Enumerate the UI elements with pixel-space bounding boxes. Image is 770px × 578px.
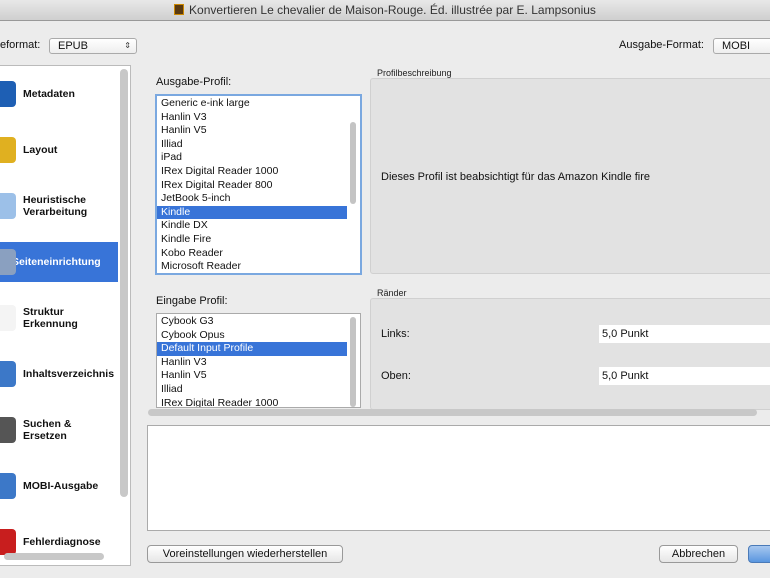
ladybug-icon [0,529,16,555]
profile-description-box: Dieses Profil ist beabsichtigt für das A… [370,78,770,274]
sidebar-item-label: Suchen & Ersetzen [23,418,72,442]
sidebar-item-label: Struktur Erkennung [23,306,78,330]
sidebar-item-inhaltsverzeichnis[interactable]: Inhaltsverzeichnis [0,354,118,394]
list-item[interactable]: Hanlin V3 [157,356,347,370]
list-item[interactable]: Kindle Fire [157,233,347,247]
paint-icon [0,137,16,163]
profile-description-text: Dieses Profil ist beabsichtigt für das A… [381,171,651,183]
sidebar-item-heuristische-verarbeitung[interactable]: Heuristische Verarbeitung [0,186,118,226]
output-format-select[interactable]: MOBI [713,38,770,54]
top-margin-label: Oben: [381,370,411,382]
process-icon [0,193,16,219]
sidebar-item-seiteneinrichtung[interactable]: Seiteneinrichtung [0,242,118,282]
title-bar: Konvertieren Le chevalier de Maison-Roug… [0,0,770,21]
list-item[interactable]: Cybook G3 [157,315,347,329]
sidebar-item-label: Inhaltsverzeichnis [23,368,115,380]
list-item[interactable]: IRex Digital Reader 1000 [157,397,347,407]
input-profile-label: Eingabe Profil: [156,295,228,307]
list-item[interactable]: Hanlin V5 [157,369,347,383]
document-icon [174,4,185,15]
list-item[interactable]: Kindle [157,205,347,220]
output-format-value: MOBI [722,40,751,52]
sidebar-item-label: Seiteneinrichtung [12,256,101,268]
sidebar-item-label: Layout [23,144,58,156]
list-item[interactable]: Illiad [157,138,347,152]
sidebar: Metadaten Layout Heuristische Verarbeitung… [0,65,131,566]
mobi-icon [0,473,16,499]
output-profile-label: Ausgabe-Profil: [156,76,232,88]
info-icon [0,81,16,107]
input-format-label: eformat: [0,39,41,51]
ok-button[interactable]: OK [748,545,770,563]
top-margin-input[interactable]: 5,0 Punkt [599,367,770,385]
list-item[interactable]: JetBook 5-inch [157,192,347,206]
sidebar-item-metadaten[interactable]: Metadaten [0,74,118,114]
cancel-button[interactable]: Abbrechen [659,545,738,563]
sidebar-item-label: Metadaten [23,88,75,100]
output-profile-scrollbar[interactable] [350,122,356,204]
sidebar-item-layout[interactable]: Layout [0,130,118,170]
toc-icon [0,361,16,387]
structure-icon [0,305,16,331]
output-profile-list[interactable]: Generic e-ink large Hanlin V3 Hanlin V5 Ill… [155,94,362,275]
sidebar-item-label: Heuristische Verarbeitung [23,194,88,218]
list-item[interactable]: IRex Digital Reader 1000 [157,165,347,179]
left-margin-input[interactable]: 5,0 Punkt [599,325,770,343]
sidebar-item-label: MOBI-Ausgabe [23,480,99,492]
left-margin-label: Links: [381,328,410,340]
list-item[interactable]: Microsoft Reader [157,260,347,273]
sidebar-vertical-scrollbar[interactable] [120,69,128,497]
margins-label: Ränder [377,288,407,298]
main-horizontal-scrollbar[interactable] [148,409,757,416]
list-item[interactable]: Default Input Profile [157,342,347,356]
sidebar-horizontal-scrollbar[interactable] [4,553,104,560]
sidebar-item-struktur-erkennung[interactable]: Struktur Erkennung [0,298,118,338]
margins-box: Links: 5,0 Punkt Oben: 5,0 Punkt [370,298,770,410]
input-profile-scrollbar[interactable] [350,317,356,407]
input-profile-list[interactable]: Cybook G3 Cybook Opus Default Input Profil… [156,313,361,408]
list-item[interactable]: Generic e-ink large [157,97,347,111]
sidebar-item-label: Fehlerdiagnose [23,536,101,548]
sidebar-item-suchen-ersetzen[interactable]: Suchen & Ersetzen [0,410,118,450]
profile-description-label: Profilbeschreibung [377,68,452,78]
input-format-select[interactable]: EPUB ⇕ [49,38,137,54]
list-item[interactable]: Kobo Reader [157,247,347,261]
list-item[interactable]: Kindle DX [157,219,347,233]
list-item[interactable]: IRex Digital Reader 800 [157,179,347,193]
list-item[interactable]: Hanlin V3 [157,111,347,125]
list-item[interactable]: iPad [157,151,347,165]
output-format-label: Ausgabe-Format: [619,39,704,51]
sidebar-item-mobi-ausgabe[interactable]: MOBI-Ausgabe [0,466,118,506]
help-text-area [147,425,770,531]
restore-defaults-button[interactable]: Voreinstellungen wiederherstellen [147,545,343,563]
window-title: Konvertieren Le chevalier de Maison-Roug… [189,3,596,17]
list-item[interactable]: Illiad [157,383,347,397]
input-format-value: EPUB [58,40,88,52]
list-item[interactable]: Hanlin V5 [157,124,347,138]
binoculars-icon [0,417,16,443]
page-setup-icon [0,249,16,275]
updown-icon: ⇕ [124,41,131,50]
list-item[interactable]: Cybook Opus [157,329,347,343]
